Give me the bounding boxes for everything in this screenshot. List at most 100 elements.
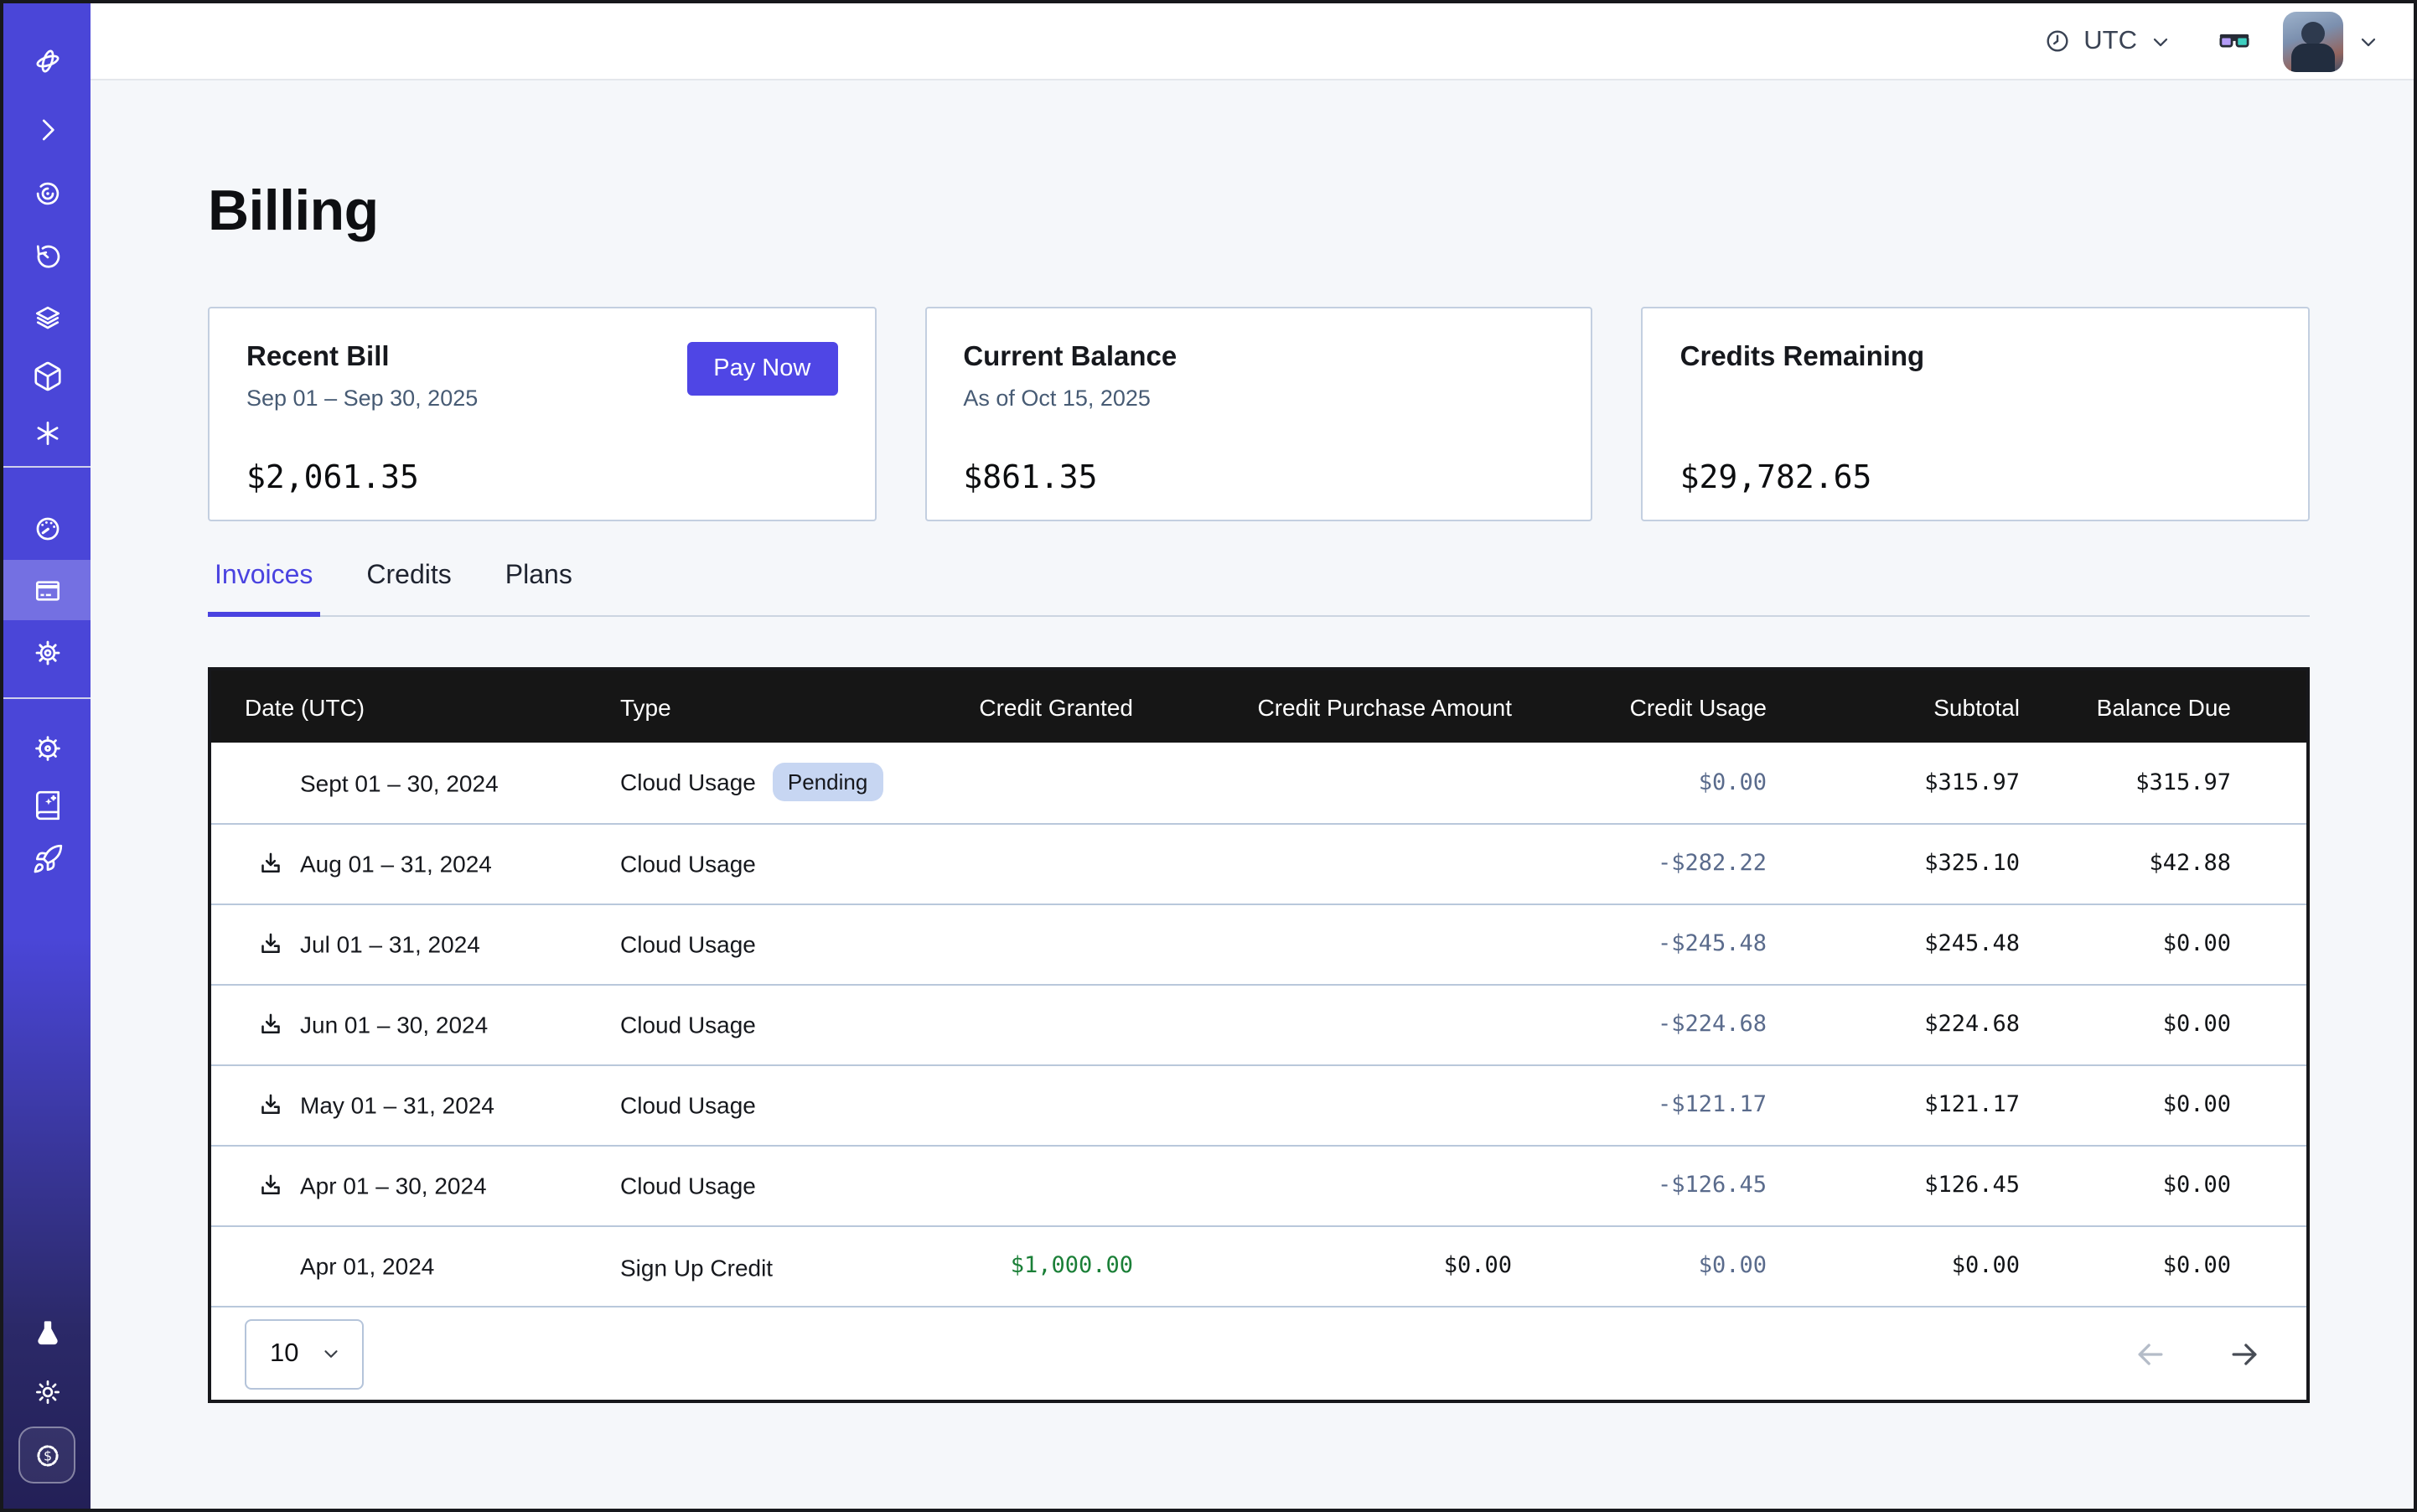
credit-granted-value (905, 1145, 1133, 1225)
download-invoice-icon[interactable] (256, 1011, 285, 1039)
credit-purchase-value (1133, 743, 1512, 823)
sun-theme-icon[interactable] (3, 1361, 91, 1421)
spiral-eye-icon[interactable] (3, 163, 91, 223)
orbit-logo-icon[interactable] (3, 30, 91, 91)
account-menu[interactable] (2283, 11, 2380, 71)
invoice-type: Cloud Usage (620, 931, 756, 958)
table-header-row: Date (UTC) Type Credit Granted Credit Pu… (211, 671, 2306, 743)
invoice-row: May 01 – 31, 2024 Cloud Usage -$121.17 $… (211, 1064, 2306, 1145)
chevron-down-icon (2357, 29, 2380, 53)
download-invoice-icon[interactable] (256, 930, 285, 959)
invoice-row: Jul 01 – 31, 2024 Cloud Usage -$245.48 $… (211, 904, 2306, 984)
balance-due-value: $0.00 (2020, 1225, 2306, 1306)
collapse-chevron-right-icon[interactable] (3, 99, 91, 159)
invoice-type: Cloud Usage (620, 1092, 756, 1119)
gauge-dashboard-icon[interactable] (3, 498, 91, 558)
prev-page-arrow-icon[interactable] (2132, 1335, 2169, 1372)
invoice-row: Jun 01 – 30, 2024 Cloud Usage -$224.68 $… (211, 984, 2306, 1064)
balance-due-value: $0.00 (2020, 984, 2306, 1064)
timer-icon[interactable] (3, 226, 91, 287)
page-size-select[interactable]: 10 (245, 1318, 364, 1389)
invoice-row: Apr 01 – 30, 2024 Cloud Usage -$126.45 $… (211, 1145, 2306, 1225)
credit-purchase-value: $0.00 (1133, 1225, 1512, 1306)
download-invoice-icon[interactable] (256, 850, 285, 878)
invoice-date: Apr 01, 2024 (300, 1253, 434, 1280)
balance-due-value: $0.00 (2020, 1064, 2306, 1145)
credit-usage-value: $0.00 (1512, 743, 1767, 823)
credit-granted-value (905, 904, 1133, 984)
book-sparkles-docs-icon[interactable] (3, 774, 91, 835)
dollar-badge-icon: $ (31, 1439, 63, 1471)
sidebar-item-billing[interactable] (3, 560, 91, 620)
credit-usage-value: -$126.45 (1512, 1145, 1767, 1225)
pay-now-button[interactable]: Pay Now (686, 342, 837, 396)
as-of-date: As of Oct 15, 2025 (963, 386, 1177, 411)
credit-card-icon (31, 574, 63, 606)
next-page-arrow-icon[interactable] (2226, 1335, 2263, 1372)
subtotal-value: $121.17 (1767, 1064, 2020, 1145)
credit-granted-value: $1,000.00 (905, 1225, 1133, 1306)
download-invoice-icon[interactable] (256, 1172, 285, 1200)
credit-purchase-value (1133, 984, 1512, 1064)
credit-usage-value: -$121.17 (1512, 1064, 1767, 1145)
invoice-row: Apr 01, 2024 Sign Up Credit $1,000.00 $0… (211, 1225, 2306, 1306)
col-subtotal: Subtotal (1767, 671, 2020, 743)
topbar: UTC (91, 3, 2414, 80)
subtotal-value: $126.45 (1767, 1145, 2020, 1225)
credit-granted-value (905, 823, 1133, 904)
subtotal-value: $325.10 (1767, 823, 2020, 904)
3d-glasses-icon[interactable] (2216, 23, 2253, 60)
avatar[interactable] (2283, 11, 2343, 71)
tab-invoices[interactable]: Invoices (208, 562, 319, 617)
main-column: UTC Billing Recent Bil (91, 3, 2414, 1509)
balance-due-value: $315.97 (2020, 743, 2306, 823)
credits-remaining-card: Credits Remaining $29,782.65 (1642, 307, 2310, 521)
content: Billing Recent Bill Sep 01 – Sep 30, 202… (91, 80, 2414, 1509)
download-invoice-icon[interactable] (256, 1091, 285, 1120)
dollar-badge-credits-button[interactable]: $ (18, 1427, 75, 1484)
subtotal-value: $245.48 (1767, 904, 2020, 984)
layers-icon[interactable] (3, 287, 91, 347)
chevron-down-icon (320, 1343, 342, 1364)
flask-labs-icon[interactable] (3, 1302, 91, 1363)
billing-period: Sep 01 – Sep 30, 2025 (246, 386, 478, 411)
gear-settings-icon[interactable] (3, 622, 91, 682)
invoice-row: Sept 01 – 30, 2024 Cloud UsagePending $0… (211, 743, 2306, 823)
billing-tabs: Invoices Credits Plans (208, 562, 2310, 617)
card-title: Credits Remaining (1680, 342, 1925, 374)
credit-granted-value (905, 984, 1133, 1064)
credit-usage-value: -$224.68 (1512, 984, 1767, 1064)
chevron-down-icon (2149, 29, 2172, 53)
topbar-tools (2216, 11, 2380, 71)
invoice-type: Cloud Usage (620, 1173, 756, 1199)
subtotal-value: $0.00 (1767, 1225, 2020, 1306)
card-title: Recent Bill (246, 342, 478, 374)
balance-due-value: $0.00 (2020, 904, 2306, 984)
cube-icon[interactable] (3, 345, 91, 406)
timezone-selector[interactable]: UTC (2043, 26, 2172, 56)
invoices-table: Date (UTC) Type Credit Granted Credit Pu… (208, 667, 2310, 1403)
balance-due-value: $0.00 (2020, 1145, 2306, 1225)
subtotal-value: $315.97 (1767, 743, 2020, 823)
invoice-date: Aug 01 – 31, 2024 (300, 851, 492, 878)
clock-icon (2043, 27, 2072, 55)
credit-usage-value: -$245.48 (1512, 904, 1767, 984)
invoice-row: Aug 01 – 31, 2024 Cloud Usage -$282.22 $… (211, 823, 2306, 904)
current-balance-card: Current Balance As of Oct 15, 2025 $861.… (924, 307, 1592, 521)
recent-bill-card: Recent Bill Sep 01 – Sep 30, 2025 Pay No… (208, 307, 876, 521)
credit-purchase-value (1133, 823, 1512, 904)
credit-purchase-value (1133, 904, 1512, 984)
asterisk-icon[interactable] (3, 402, 91, 463)
page-title: Billing (208, 179, 2310, 245)
status-badge: Pending (773, 764, 882, 802)
invoice-date: Jul 01 – 31, 2024 (300, 931, 480, 958)
recent-bill-amount: $2,061.35 (246, 459, 837, 496)
tab-plans[interactable]: Plans (499, 562, 579, 617)
tab-credits[interactable]: Credits (360, 562, 458, 617)
ship-wheel-support-icon[interactable] (3, 717, 91, 778)
rocket-icon[interactable] (3, 828, 91, 888)
svg-text:$: $ (43, 1447, 51, 1463)
col-credit-granted: Credit Granted (905, 671, 1133, 743)
credit-granted-value (905, 743, 1133, 823)
invoice-date: Jun 01 – 30, 2024 (300, 1012, 488, 1038)
